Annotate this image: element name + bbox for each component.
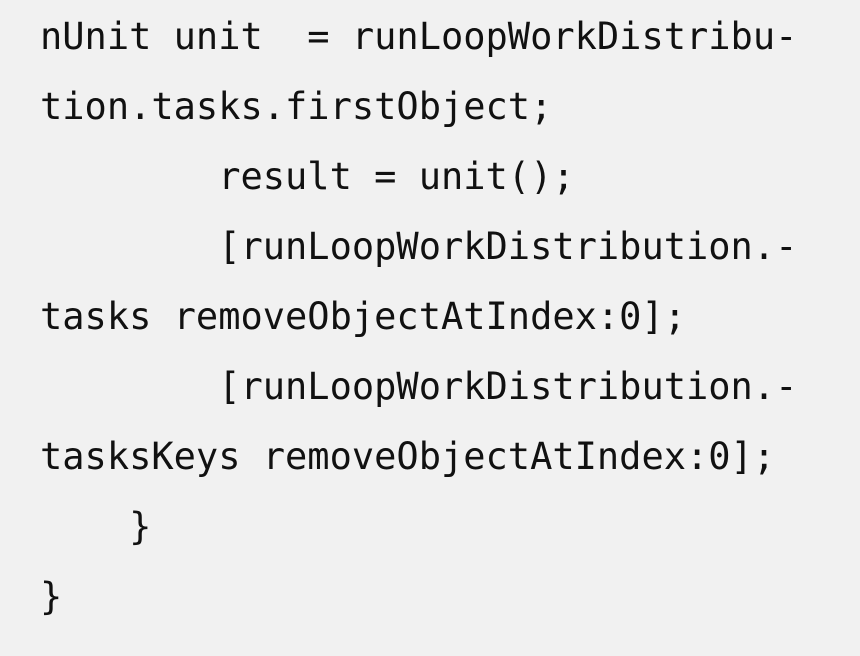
code-line: tasksKeys removeObjectAtIndex:0];: [40, 435, 776, 478]
code-line: result = unit();: [40, 155, 575, 198]
code-block: nUnit unit = runLoopWorkDistribu- tion.t…: [0, 0, 860, 656]
code-line: nUnit unit = runLoopWorkDistribu-: [40, 15, 798, 58]
code-line: }: [40, 505, 152, 548]
code-line: }: [40, 575, 63, 618]
code-line: tion.tasks.firstObject;: [40, 85, 553, 128]
code-line: [runLoopWorkDistribution.-: [40, 365, 798, 408]
code-line: tasks removeObjectAtIndex:0];: [40, 295, 687, 338]
code-line: [runLoopWorkDistribution.-: [40, 225, 798, 268]
